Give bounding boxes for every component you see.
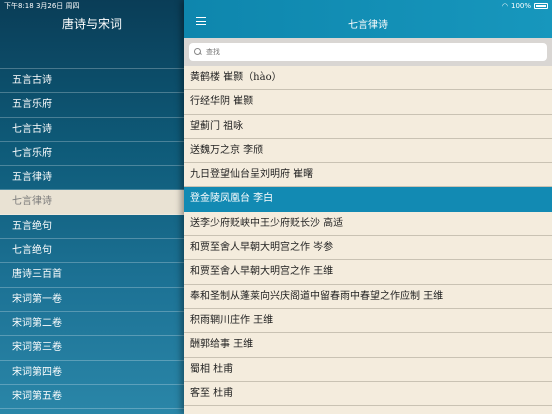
- list-item[interactable]: 酬郭给事 王维: [184, 333, 552, 358]
- navigation-bar: ◠ 100% 七言律诗: [184, 0, 552, 38]
- list-item[interactable]: 奉和圣制从蓬莱向兴庆阁道中留春雨中春望之作应制 王维: [184, 285, 552, 309]
- sidebar-item-label: 宋词第四卷: [12, 366, 62, 378]
- list-item[interactable]: 蜀相 杜甫: [184, 358, 552, 382]
- sidebar-item-label: 五言绝句: [12, 220, 52, 232]
- sidebar-item-label: 七言律诗: [12, 196, 52, 208]
- sidebar-item-label: 七言绝句: [12, 245, 52, 257]
- list-item[interactable]: 望蓟门 祖咏: [184, 115, 552, 139]
- battery-icon: [534, 3, 548, 9]
- sidebar-item-songci-3[interactable]: 宋词第三卷: [0, 336, 184, 361]
- sidebar-item-qiyan-gushi[interactable]: 七言古诗: [0, 118, 184, 142]
- sidebar-item-qiyan-yuefu[interactable]: 七言乐府: [0, 142, 184, 167]
- sidebar-item-label: 宋词第一卷: [12, 293, 62, 305]
- search-bar: [184, 38, 552, 66]
- sidebar-item-qiyan-lvshi[interactable]: 七言律诗: [0, 190, 184, 215]
- wifi-icon: ◠: [501, 2, 508, 10]
- sidebar-item-songci-4[interactable]: 宋词第四卷: [0, 361, 184, 385]
- battery-percent: 100%: [510, 2, 531, 10]
- page-title: 七言律诗: [348, 20, 388, 31]
- list-item[interactable]: 客至 杜甫: [184, 382, 552, 407]
- sidebar-item-label: 宋词第二卷: [12, 317, 62, 329]
- status-time-date: 下午8:18 3月26日 周四: [4, 2, 80, 10]
- list-item[interactable]: 送魏万之京 李颀: [184, 139, 552, 164]
- sidebar-item-label: 宋词第三卷: [12, 342, 62, 354]
- list-item[interactable]: 和贾至舍人早朝大明宫之作 岑参: [184, 236, 552, 261]
- sidebar-item-wuyan-gushi[interactable]: 五言古诗: [0, 69, 184, 94]
- list-item[interactable]: 和贾至舍人早朝大明宫之作 王维: [184, 260, 552, 285]
- sidebar-item-label: 七言古诗: [12, 123, 52, 135]
- poem-list: 黄鹤楼 崔颢（hào） 行经华阴 崔颢 望蓟门 祖咏 送魏万之京 李颀 九日登望…: [184, 66, 552, 407]
- sidebar-item-wuyan-yuefu[interactable]: 五言乐府: [0, 93, 184, 118]
- app-title: 唐诗与宋词: [61, 17, 122, 31]
- search-box[interactable]: [189, 43, 547, 61]
- sidebar-item-label: 五言乐府: [12, 99, 52, 111]
- list-item[interactable]: 九日登望仙台呈刘明府 崔曙: [184, 163, 552, 188]
- sidebar-item-label: 七言乐府: [12, 147, 52, 159]
- sidebar-item-tangshi-300[interactable]: 唐诗三百首: [0, 263, 184, 288]
- search-icon: [194, 48, 202, 56]
- list-item[interactable]: 行经华阴 崔颢: [184, 90, 552, 115]
- sidebar-item-songci-2[interactable]: 宋词第二卷: [0, 312, 184, 337]
- sidebar-item-songci-1[interactable]: 宋词第一卷: [0, 288, 184, 312]
- sidebar-item-label: 宋词第五卷: [12, 390, 62, 402]
- list-item[interactable]: 送李少府贬峡中王少府贬长沙 高适: [184, 212, 552, 237]
- list-item[interactable]: 积雨辋川庄作 王维: [184, 309, 552, 334]
- sidebar: 下午8:18 3月26日 周四 唐诗与宋词 五言古诗 五言乐府 七言古诗 七言乐…: [0, 0, 184, 414]
- category-menu: 五言古诗 五言乐府 七言古诗 七言乐府 五言律诗 七言律诗 五言绝句 七言绝句 …: [0, 68, 184, 410]
- sidebar-item-qiyan-jueju[interactable]: 七言绝句: [0, 239, 184, 264]
- list-item[interactable]: 黄鹤楼 崔颢（hào）: [184, 66, 552, 91]
- sidebar-item-label: 五言古诗: [12, 75, 52, 86]
- status-indicators: ◠ 100%: [502, 0, 548, 12]
- sidebar-item-wuyan-lvshi[interactable]: 五言律诗: [0, 166, 184, 191]
- sidebar-item-songci-5[interactable]: 宋词第五卷: [0, 385, 184, 410]
- sidebar-item-label: 五言律诗: [12, 172, 52, 184]
- sidebar-item-label: 唐诗三百首: [12, 269, 62, 281]
- sidebar-item-wuyan-jueju[interactable]: 五言绝句: [0, 215, 184, 240]
- search-input[interactable]: [206, 48, 526, 56]
- list-item-selected[interactable]: 登金陵凤凰台 李白: [184, 187, 552, 212]
- poem-list-panel: ◠ 100% 七言律诗 黄鹤楼 崔颢（hào） 行经华阴 崔颢 望蓟门 祖咏 送…: [184, 0, 552, 414]
